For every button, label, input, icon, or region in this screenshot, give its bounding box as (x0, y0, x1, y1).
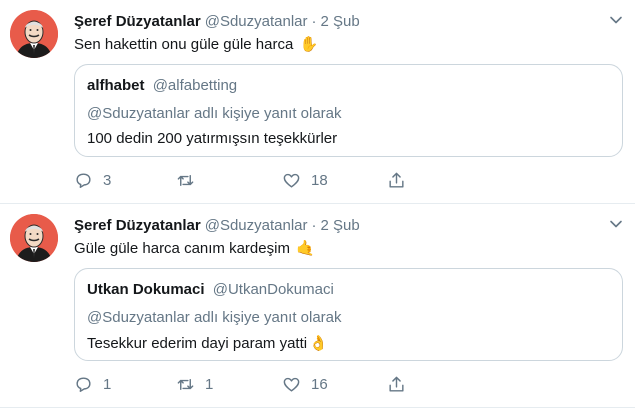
reply-count: 1 (103, 375, 112, 393)
heart-outline-icon (283, 173, 300, 188)
author-name[interactable]: Şeref Düzyatanlar (74, 13, 201, 30)
quoted-tweet-text-body: Tesekkur ederim dayi param yatti (87, 335, 308, 352)
speech-bubble-icon (76, 376, 91, 392)
tweet-text-body: Güle güle harca canım kardeşim (74, 240, 290, 257)
quoted-author-name: alfhabet (87, 77, 145, 94)
share-arrow-up-icon (389, 172, 404, 188)
like-count: 16 (311, 375, 328, 393)
reply-button[interactable]: 3 (74, 170, 111, 190)
like-button[interactable]: 16 (282, 374, 328, 394)
retweet-arrows-icon (177, 174, 194, 186)
tweet[interactable]: Şeref Düzyatanlar @Sduzyatanlar · 2 Şub … (0, 0, 635, 204)
tweet-header: Şeref Düzyatanlar @Sduzyatanlar · 2 Şub (74, 11, 625, 31)
quoted-tweet-text: Tesekkur ederim dayi param yatti 👌 (87, 334, 328, 352)
quoted-tweet[interactable]: alfhabet @alfabetting @Sduzyatanlar adlı… (74, 64, 623, 157)
separator: · (311, 216, 317, 234)
retweet-count: 1 (205, 375, 214, 393)
retweet-button[interactable] (176, 170, 205, 190)
quoted-tweet-text-body: 100 dedin 200 yatırmışsın teşekkürler (87, 130, 338, 147)
author-handle[interactable]: @Sduzyatanlar (205, 217, 308, 234)
tweet-header: Şeref Düzyatanlar @Sduzyatanlar · 2 Şub (74, 215, 625, 235)
quoted-reply-context: @Sduzyatanlar adlı kişiye yanıt olarak (87, 105, 342, 122)
tweet-actions: 3 18 (74, 170, 494, 190)
separator: · (311, 12, 317, 30)
tweet-text: Sen hakettin onu güle güle harca ✋ (74, 35, 318, 53)
avatar[interactable] (10, 214, 58, 262)
heart-outline-icon (283, 377, 300, 392)
tweet-date[interactable]: 2 Şub (321, 217, 360, 234)
quoted-tweet[interactable]: Utkan Dokumaci @UtkanDokumaci @Sduzyatan… (74, 268, 623, 361)
tweet-text-body: Sen hakettin onu güle güle harca (74, 36, 294, 53)
share-button[interactable] (387, 170, 406, 190)
share-button[interactable] (387, 374, 406, 394)
retweet-arrows-icon (177, 378, 194, 390)
quoted-author-name: Utkan Dokumaci (87, 281, 205, 298)
quoted-author-handle: @UtkanDokumaci (212, 281, 334, 298)
like-count: 18 (311, 171, 328, 189)
tweet[interactable]: Şeref Düzyatanlar @Sduzyatanlar · 2 Şub … (0, 204, 635, 408)
tweet-date[interactable]: 2 Şub (321, 13, 360, 30)
chevron-down-icon[interactable] (609, 217, 623, 231)
like-button[interactable]: 18 (282, 170, 328, 190)
quoted-reply-context: @Sduzyatanlar adlı kişiye yanıt olarak (87, 309, 342, 326)
raised-hand-emoji: ✋ (299, 35, 319, 53)
reply-button[interactable]: 1 (74, 374, 111, 394)
tweet-text: Güle güle harca canım kardeşim 🤙 (74, 239, 315, 257)
call-me-hand-emoji: 🤙 (296, 239, 315, 257)
retweet-button[interactable]: 1 (176, 374, 213, 394)
reply-count: 3 (103, 171, 112, 189)
quoted-tweet-text: 100 dedin 200 yatırmışsın teşekkürler (87, 130, 337, 147)
avatar[interactable] (10, 10, 58, 58)
author-handle[interactable]: @Sduzyatanlar (205, 13, 308, 30)
speech-bubble-icon (76, 172, 91, 188)
author-name[interactable]: Şeref Düzyatanlar (74, 217, 201, 234)
quoted-author-handle: @alfabetting (152, 77, 238, 94)
chevron-down-icon[interactable] (609, 13, 623, 27)
quoted-tweet-header: Utkan Dokumaci @UtkanDokumaci (87, 281, 334, 298)
ok-hand-emoji: 👌 (309, 334, 328, 352)
quoted-tweet-header: alfhabet @alfabetting (87, 77, 237, 94)
tweet-actions: 1 1 16 (74, 374, 494, 394)
share-arrow-up-icon (389, 376, 404, 392)
